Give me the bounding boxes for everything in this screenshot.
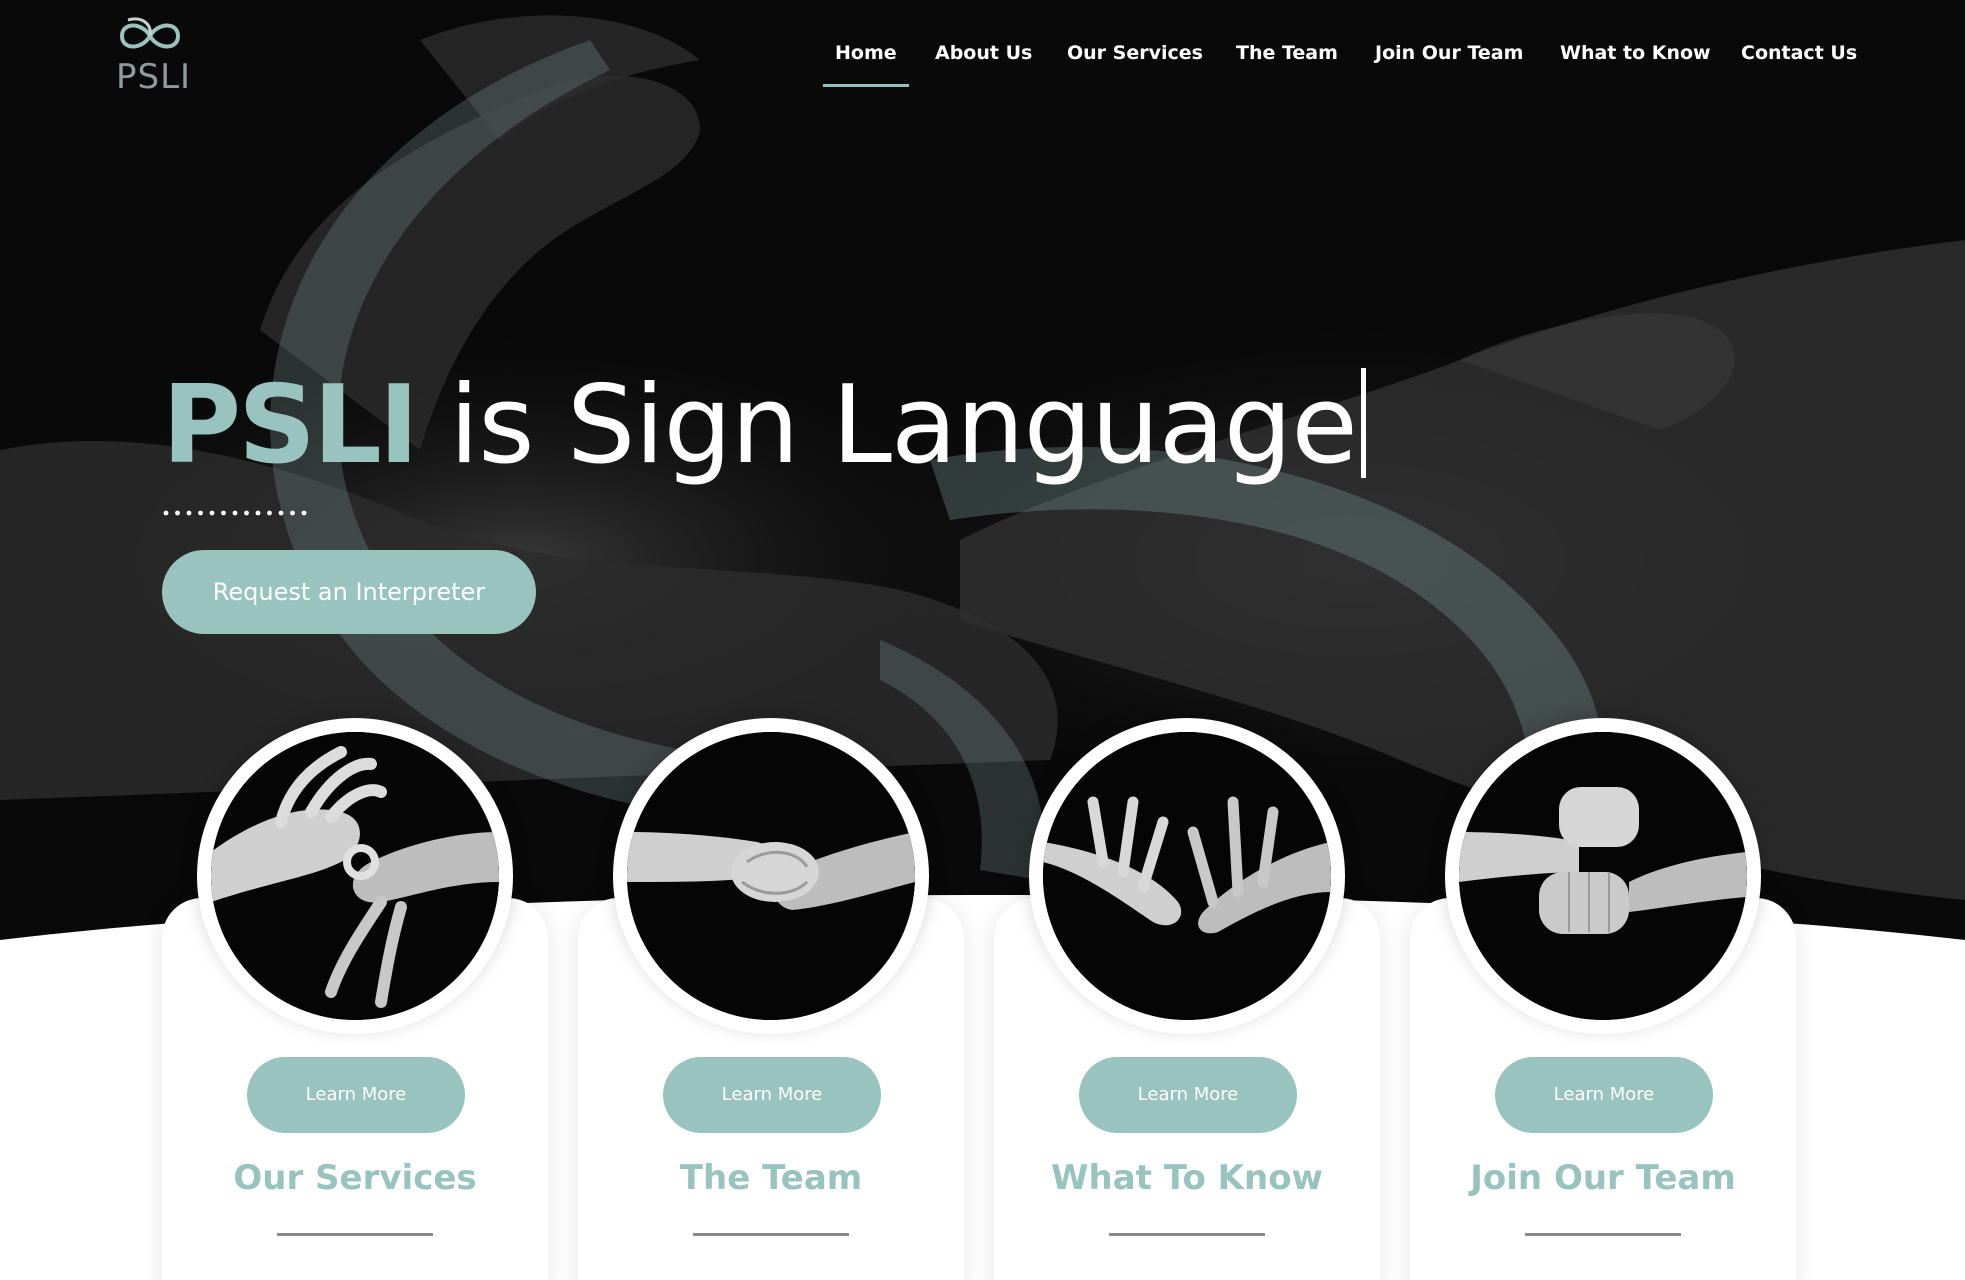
sign-hands-image: [1459, 732, 1747, 1020]
card-divider: [1525, 1233, 1681, 1236]
main-navigation: Home About Us Our Services The Team Join…: [0, 38, 1965, 92]
sign-hands-image: [627, 732, 915, 1020]
nav-what-to-know[interactable]: What to Know: [1560, 42, 1711, 64]
nav-the-team[interactable]: The Team: [1236, 42, 1338, 64]
page: PSLI Home About Us Our Services The Team…: [0, 0, 1965, 1280]
card-title[interactable]: Join Our Team: [1410, 1158, 1796, 1198]
headline-text: is Sign Language: [415, 363, 1357, 488]
nav-home[interactable]: Home: [823, 42, 909, 87]
nav-our-services[interactable]: Our Services: [1067, 42, 1203, 64]
learn-more-button[interactable]: Learn More: [1079, 1057, 1297, 1133]
card-photo-frame: [1029, 718, 1345, 1034]
card-divider: [693, 1233, 849, 1236]
card-title[interactable]: The Team: [578, 1158, 964, 1198]
learn-more-button[interactable]: Learn More: [247, 1057, 465, 1133]
sign-hands-image: [1043, 732, 1331, 1020]
sign-hands-image: [211, 732, 499, 1020]
card-divider: [1109, 1233, 1265, 1236]
card-title[interactable]: What To Know: [994, 1158, 1380, 1198]
card-divider: [277, 1233, 433, 1236]
typing-cursor: [1360, 368, 1366, 478]
nav-about-us[interactable]: About Us: [935, 42, 1032, 64]
card-photo-frame: [197, 718, 513, 1034]
headline-brand: PSLI: [162, 363, 419, 488]
request-interpreter-button[interactable]: Request an Interpreter: [162, 550, 536, 634]
hero-headline: PSLI is Sign Language: [162, 356, 1366, 496]
nav-contact-us[interactable]: Contact Us: [1741, 42, 1857, 64]
dotted-divider: [163, 510, 307, 516]
nav-join-our-team[interactable]: Join Our Team: [1375, 42, 1523, 64]
card-photo-frame: [1445, 718, 1761, 1034]
card-title[interactable]: Our Services: [162, 1158, 548, 1198]
card-image-the-team[interactable]: [627, 732, 915, 1020]
learn-more-button[interactable]: Learn More: [1495, 1057, 1713, 1133]
card-image-join-our-team[interactable]: [1459, 732, 1747, 1020]
card-photo-frame: [613, 718, 929, 1034]
card-image-what-to-know[interactable]: [1043, 732, 1331, 1020]
card-image-our-services[interactable]: [211, 732, 499, 1020]
learn-more-button[interactable]: Learn More: [663, 1057, 881, 1133]
